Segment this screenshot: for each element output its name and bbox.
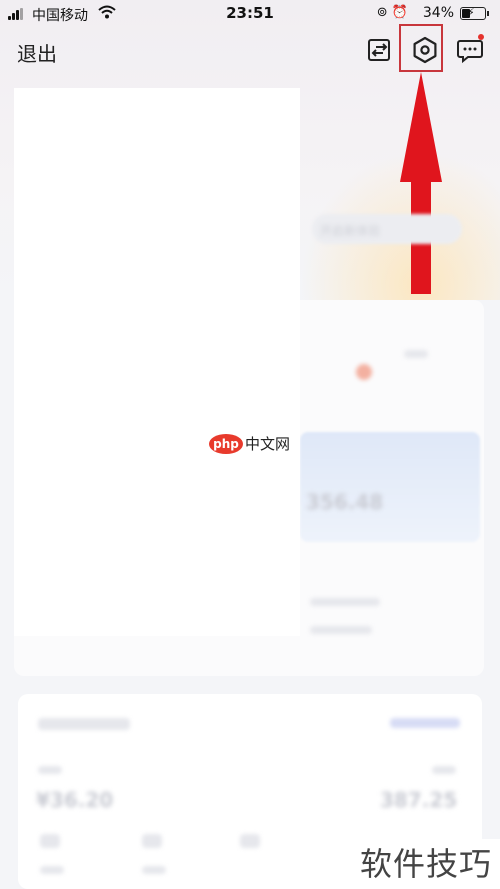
orientation-lock-icon: ⊚ [376,5,388,20]
php-watermark: php 中文网 [209,433,290,454]
notification-dot [478,34,484,40]
blurred-icon [356,364,372,380]
switch-account-icon[interactable] [364,34,396,66]
annotation-arrow [400,72,442,294]
battery-icon: ⚡ [460,6,489,20]
blurred-blue-card [300,432,480,542]
php-logo-icon: php [209,433,243,454]
message-button[interactable] [454,34,486,66]
blurred-amount-right: 387.25 [380,788,458,812]
battery-percent: 34% [422,5,454,21]
alarm-icon: ⏰ [391,5,408,20]
corner-watermark: 软件技巧 [352,839,500,889]
blurred-overlay-panel [14,88,300,636]
blurred-amount-left: ¥36.20 [36,788,114,812]
logout-button[interactable]: 退出 [17,38,57,67]
blurred-value-mid: 356.48 [306,490,384,514]
settings-highlight-box [399,24,443,72]
blurred-pill-label: 开启新体验 [320,224,381,238]
